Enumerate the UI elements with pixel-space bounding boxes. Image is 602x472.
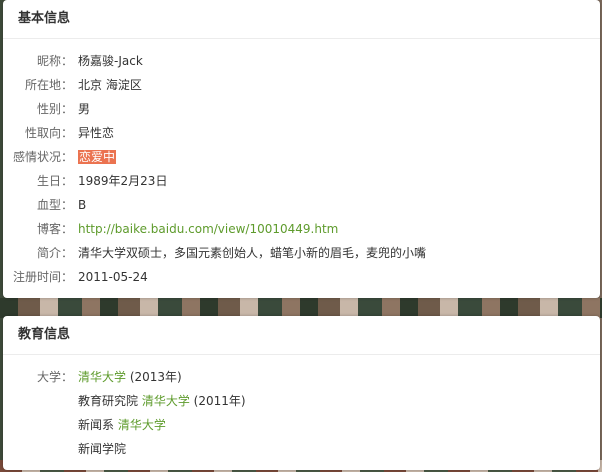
basic-info-card: 基本信息 昵称： 杨嘉骏-Jack 所在地： 北京 海淀区 性别： 男 性取向： 异性恋… xyxy=(3,0,600,298)
education-entry-year: (2013年) xyxy=(126,370,182,384)
education-entry: 新闻学院 xyxy=(3,437,600,461)
education-info-title: 教育信息 xyxy=(3,316,600,355)
education-entry-value: 新闻学院 xyxy=(73,437,126,461)
education-entry-year: (2011年) xyxy=(189,394,246,408)
nickname-row: 昵称： 杨嘉骏-Jack xyxy=(3,49,600,73)
intro-value: 清华大学双硕士，多国元素创始人，蜡笔小新的眉毛，麦兜的小嘴 xyxy=(78,246,427,260)
orientation-label: 性取向： xyxy=(24,126,73,140)
relationship-label: 感情状况： xyxy=(12,150,73,164)
school-link[interactable]: 清华大学 xyxy=(142,394,190,408)
birthday-value: 1989年2月23日 xyxy=(78,174,168,188)
background-photo-strip xyxy=(0,298,602,318)
blog-link[interactable]: http://baike.baidu.com/view/10010449.htm xyxy=(78,222,338,236)
nickname-value: 杨嘉骏-Jack xyxy=(78,54,143,68)
blog-row: 博客： http://baike.baidu.com/view/10010449.… xyxy=(3,217,600,241)
gender-label: 性别： xyxy=(36,102,73,116)
birthday-label: 生日： xyxy=(36,174,73,188)
register-date-value: 2011-05-24 xyxy=(78,270,148,284)
education-entry-prefix: 新闻系 xyxy=(78,418,118,432)
blog-label: 博客： xyxy=(36,222,73,236)
blog-value-wrap: http://baike.baidu.com/view/10010449.htm xyxy=(73,217,338,241)
relationship-row: 感情状况： 恋爱中 xyxy=(3,145,600,169)
school-link[interactable]: 清华大学 xyxy=(118,418,166,432)
location-value: 北京 海淀区 xyxy=(78,78,142,92)
nickname-label: 昵称： xyxy=(36,54,73,68)
relationship-status-badge: 恋爱中 xyxy=(78,150,117,164)
basic-info-title: 基本信息 xyxy=(3,0,600,39)
education-entry: 教育研究院 清华大学 (2011年) xyxy=(3,389,600,413)
education-entry: 新闻系 清华大学 xyxy=(3,413,600,437)
location-row: 所在地： 北京 海淀区 xyxy=(3,73,600,97)
education-entry-prefix: 教育研究院 xyxy=(78,394,142,408)
gender-value: 男 xyxy=(78,102,91,116)
location-label: 所在地： xyxy=(24,78,73,92)
education-list: 大学： 清华大学 (2013年) 教育研究院 清华大学 (2011年) 新闻系 清… xyxy=(3,355,600,461)
orientation-value: 异性恋 xyxy=(78,126,115,140)
university-label: 大学： xyxy=(36,370,73,384)
gender-row: 性别： 男 xyxy=(3,97,600,121)
education-entry-value: 清华大学 (2013年) xyxy=(73,365,182,389)
intro-label: 简介： xyxy=(36,246,73,260)
intro-row: 简介： 清华大学双硕士，多国元素创始人，蜡笔小新的眉毛，麦兜的小嘴 xyxy=(3,241,600,265)
education-entry-prefix: 新闻学院 xyxy=(78,442,127,456)
birthday-row: 生日： 1989年2月23日 xyxy=(3,169,600,193)
education-info-card: 教育信息 大学： 清华大学 (2013年) 教育研究院 清华大学 (2011年) … xyxy=(3,316,600,470)
education-entry: 大学： 清华大学 (2013年) xyxy=(3,365,600,389)
education-entry-value: 教育研究院 清华大学 (2011年) xyxy=(73,389,246,413)
register-date-label: 注册时间： xyxy=(12,270,73,284)
blood-type-label: 血型： xyxy=(36,198,73,212)
register-date-row: 注册时间： 2011-05-24 xyxy=(3,265,600,289)
school-link[interactable]: 清华大学 xyxy=(78,370,126,384)
blood-type-value: B xyxy=(78,198,87,212)
relationship-value-wrap: 恋爱中 xyxy=(73,145,117,169)
blood-type-row: 血型： B xyxy=(3,193,600,217)
basic-info-list: 昵称： 杨嘉骏-Jack 所在地： 北京 海淀区 性别： 男 性取向： 异性恋 感情状况… xyxy=(3,39,600,289)
education-entry-value: 新闻系 清华大学 xyxy=(73,413,166,437)
orientation-row: 性取向： 异性恋 xyxy=(3,121,600,145)
